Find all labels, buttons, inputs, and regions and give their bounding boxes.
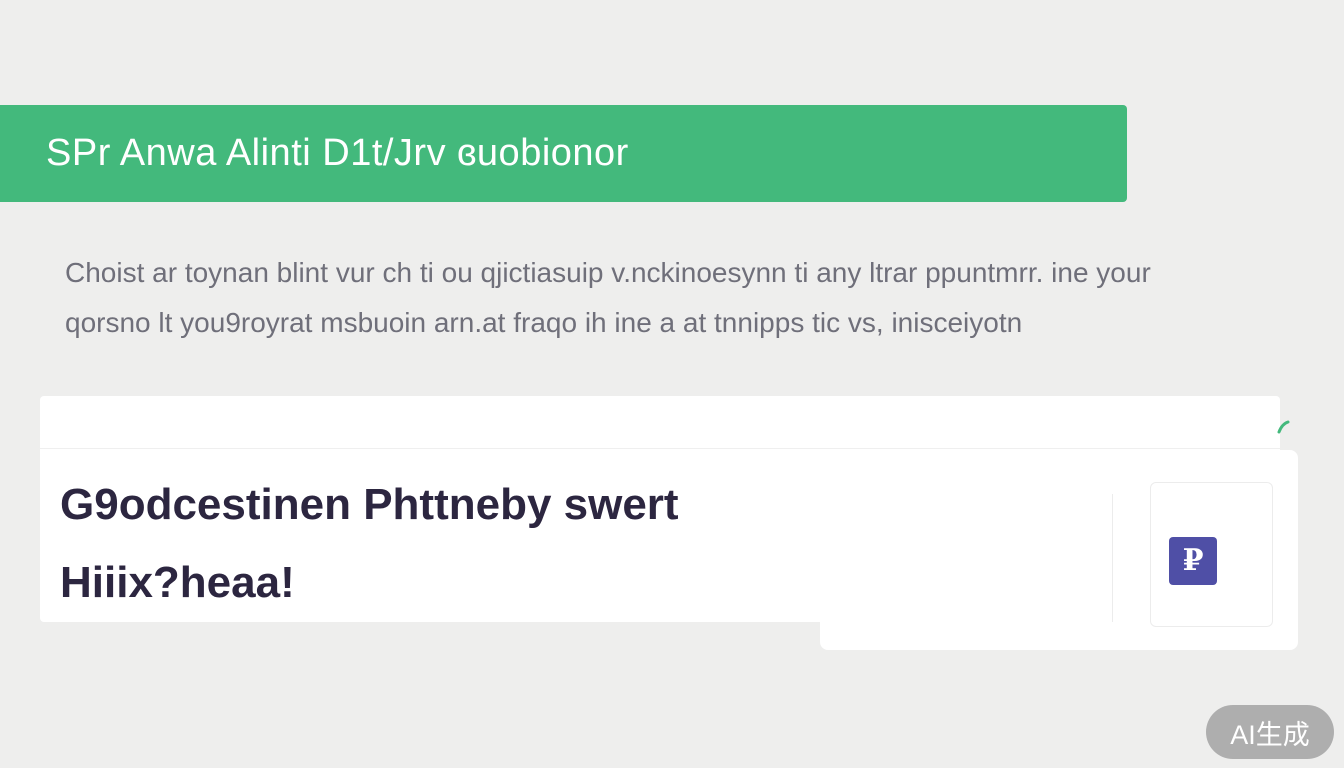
ai-generated-badge: AI生成 [1206, 705, 1334, 759]
ai-badge-label: AI生成 [1230, 719, 1310, 750]
banner-title: SPr Anwa Alinti D1t/Jrv ɞuobionor [46, 132, 629, 174]
card-heading: G9odcestinen Phttneby swert Hiiix?heaa! [60, 466, 679, 622]
check-icon [1277, 420, 1290, 434]
card-heading-line-2: Hiiix?heaa! [60, 558, 295, 607]
description-text: Choist ar toynan blint vur ch ti ou qjic… [65, 248, 1325, 348]
header-banner: SPr Anwa Alinti D1t/Jrv ɞuobionor [0, 105, 1127, 202]
app-logo-icon[interactable]: ₽ [1169, 537, 1217, 585]
app-logo-glyph: ₽ [1182, 543, 1204, 578]
tile-divider [1112, 494, 1113, 622]
description-line-2: qorsno lt you9royrat msbuoin arn.at fraq… [65, 307, 1023, 338]
description-line-1: Choist ar toynan blint vur ch ti ou qjic… [65, 257, 1151, 288]
content-card: G9odcestinen Phttneby swert Hiiix?heaa! [40, 396, 1290, 622]
card-heading-line-1: G9odcestinen Phttneby swert [60, 480, 679, 529]
card-divider [40, 448, 1280, 449]
